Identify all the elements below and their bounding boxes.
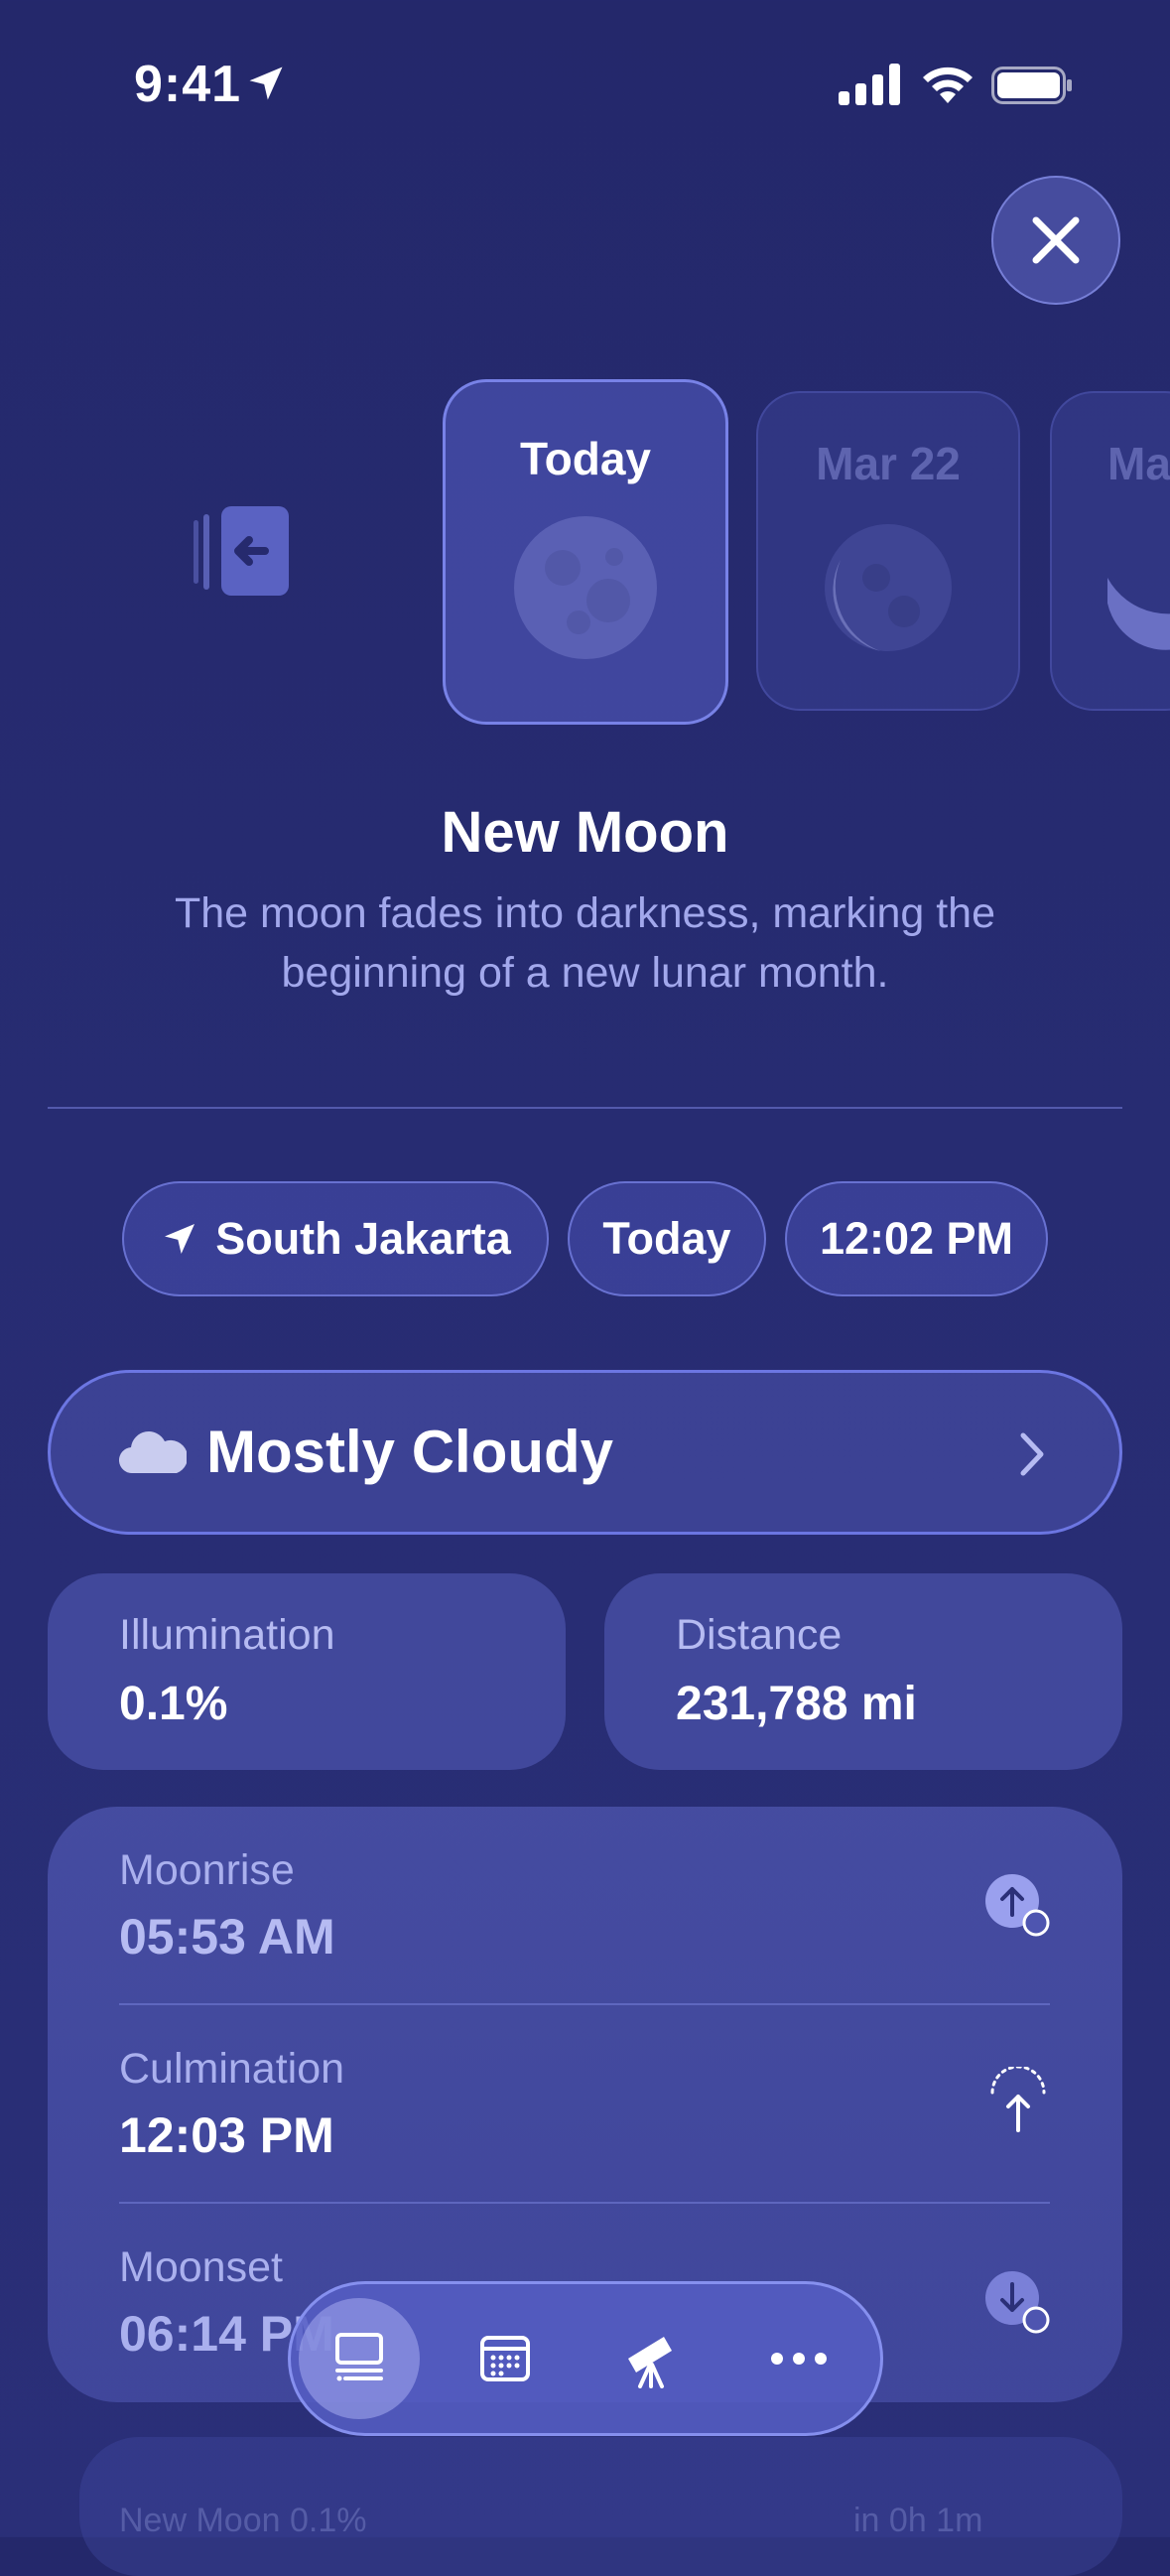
distance-value: 231,788 mi [676,1678,917,1730]
next-phase-label: New Moon 0.1% [119,2502,367,2539]
phase-title: New Moon [441,800,729,865]
calendar-icon [480,2336,530,2381]
moon-card-today[interactable]: Today [443,379,728,725]
illumination-value: 0.1% [119,1678,228,1730]
moonrise-label: Moonrise [119,1846,295,1894]
telescope-icon [628,2337,672,2388]
card-date-label: Ma [1107,438,1170,489]
ellipsis-icon [771,2353,827,2365]
tab-more[interactable] [738,2298,859,2419]
moon-image [514,516,657,659]
location-arrow-icon [249,67,283,100]
culmination-icon [990,2067,1046,2132]
separator [119,2202,1050,2204]
list-icon [335,2333,383,2381]
tab-calendar[interactable] [445,2298,566,2419]
close-icon [1032,216,1080,264]
distance-label: Distance [676,1611,843,1659]
back-to-today-icon[interactable] [194,506,293,598]
illumination-card: Illumination 0.1% [48,1573,566,1770]
moon-image [825,524,952,651]
separator [119,2003,1050,2005]
location-arrow-icon [165,1224,195,1254]
time-chip[interactable]: 12:02 PM [785,1181,1048,1296]
tab-telescope[interactable] [591,2298,713,2419]
battery-icon [991,67,1072,104]
weather-label: Mostly Cloudy [206,1419,614,1485]
moonrise-value: 05:53 AM [119,1909,335,1965]
chevron-right-icon [1020,1432,1044,1476]
time-label: 12:02 PM [819,1213,1014,1264]
phase-description: The moon fades into darkness, marking th… [175,889,995,997]
illumination-label: Illumination [119,1611,335,1659]
close-button[interactable] [991,176,1120,305]
wifi-icon [923,67,973,103]
moon-card-mar22[interactable]: Mar 22 [756,391,1020,711]
location-chip[interactable]: South Jakarta [122,1181,549,1296]
next-phase-countdown: in 0h 1m [853,2502,983,2539]
tab-list[interactable] [299,2298,420,2419]
culmination-label: Culmination [119,2045,345,2093]
moonset-icon [985,2271,1050,2334]
distance-card: Distance 231,788 mi [604,1573,1122,1770]
location-label: South Jakarta [215,1213,511,1264]
tab-bar [288,2281,883,2436]
card-date-label: Today [519,433,652,484]
moonset-label: Moonset [119,2243,283,2291]
moonrise-icon [985,1874,1050,1937]
date-chip[interactable]: Today [568,1181,766,1296]
moon-image [1107,578,1170,650]
status-time: 9:41 [134,56,242,113]
culmination-value: 12:03 PM [119,2107,334,2163]
cloud-icon [119,1431,187,1474]
date-label: Today [602,1213,731,1264]
card-date-label: Mar 22 [816,438,961,489]
divider [48,1107,1122,1109]
moon-card-next[interactable]: Ma [1050,391,1170,711]
cellular-signal-icon [839,64,900,105]
